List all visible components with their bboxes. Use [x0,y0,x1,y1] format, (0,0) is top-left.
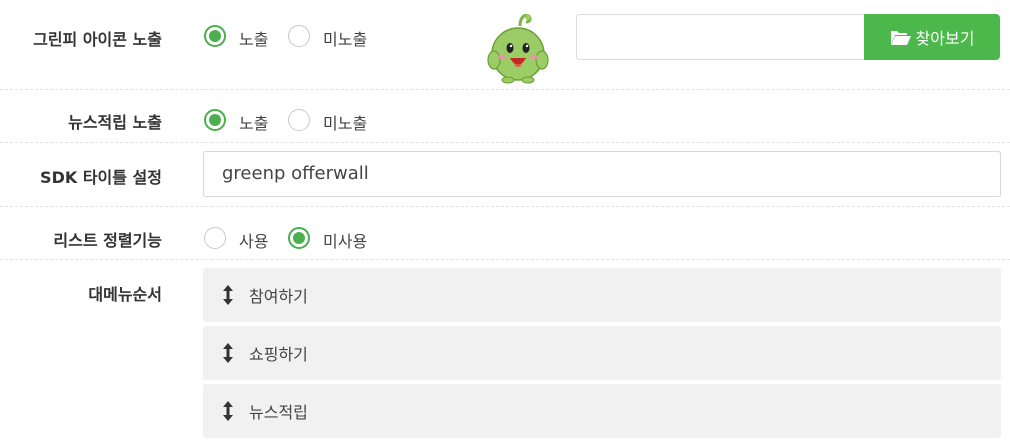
folder-open-icon [890,31,911,45]
sortable-item-label: 쇼핑하기 [249,345,308,364]
sdk-title-input[interactable]: greenp offerwall [203,151,1001,197]
browse-button-label: 찾아보기 [915,29,975,48]
sortable-list-item[interactable]: 쇼핑하기 [203,326,1001,380]
icon-exposure-hide-label[interactable]: 미노출 [323,26,367,50]
list-sort-use-label[interactable]: 사용 [239,228,268,252]
sdk-title-label: SDK 타이틀 설정 [40,168,162,187]
vertical-arrows-icon [223,343,233,363]
row-divider [0,259,1010,260]
list-sort-use-radio[interactable] [204,227,226,249]
row-divider [0,206,1010,207]
sortable-item-label: 뉴스적립 [249,403,308,422]
icon-exposure-label: 그린피 아이콘 노출 [33,30,162,49]
icon-file-input[interactable] [576,14,864,60]
news-exposure-label: 뉴스적립 노출 [68,113,162,132]
green-sprout-mascot-icon [487,14,549,84]
sortable-list-item[interactable]: 뉴스적립 [203,384,1001,438]
sortable-list-item[interactable]: 참여하기 [203,268,1001,322]
news-exposure-hide-radio[interactable] [288,109,310,131]
row-divider [0,142,1010,143]
sortable-item-label: 참여하기 [249,287,308,306]
vertical-arrows-icon [223,285,233,305]
news-exposure-show-label[interactable]: 노출 [239,110,268,134]
news-exposure-hide-label[interactable]: 미노출 [323,110,367,134]
vertical-arrows-icon [223,401,233,421]
icon-exposure-show-radio[interactable] [204,25,226,47]
news-exposure-show-radio[interactable] [204,109,226,131]
browse-button[interactable]: 찾아보기 [864,14,1000,60]
list-sort-unuse-radio[interactable] [288,227,310,249]
icon-exposure-hide-radio[interactable] [288,25,310,47]
row-divider [0,89,1010,90]
icon-exposure-show-label[interactable]: 노출 [239,26,268,50]
list-sort-unuse-label[interactable]: 미사용 [323,228,367,252]
list-sort-label: 리스트 정렬기능 [53,231,162,250]
menu-order-label: 대메뉴순서 [88,285,162,304]
